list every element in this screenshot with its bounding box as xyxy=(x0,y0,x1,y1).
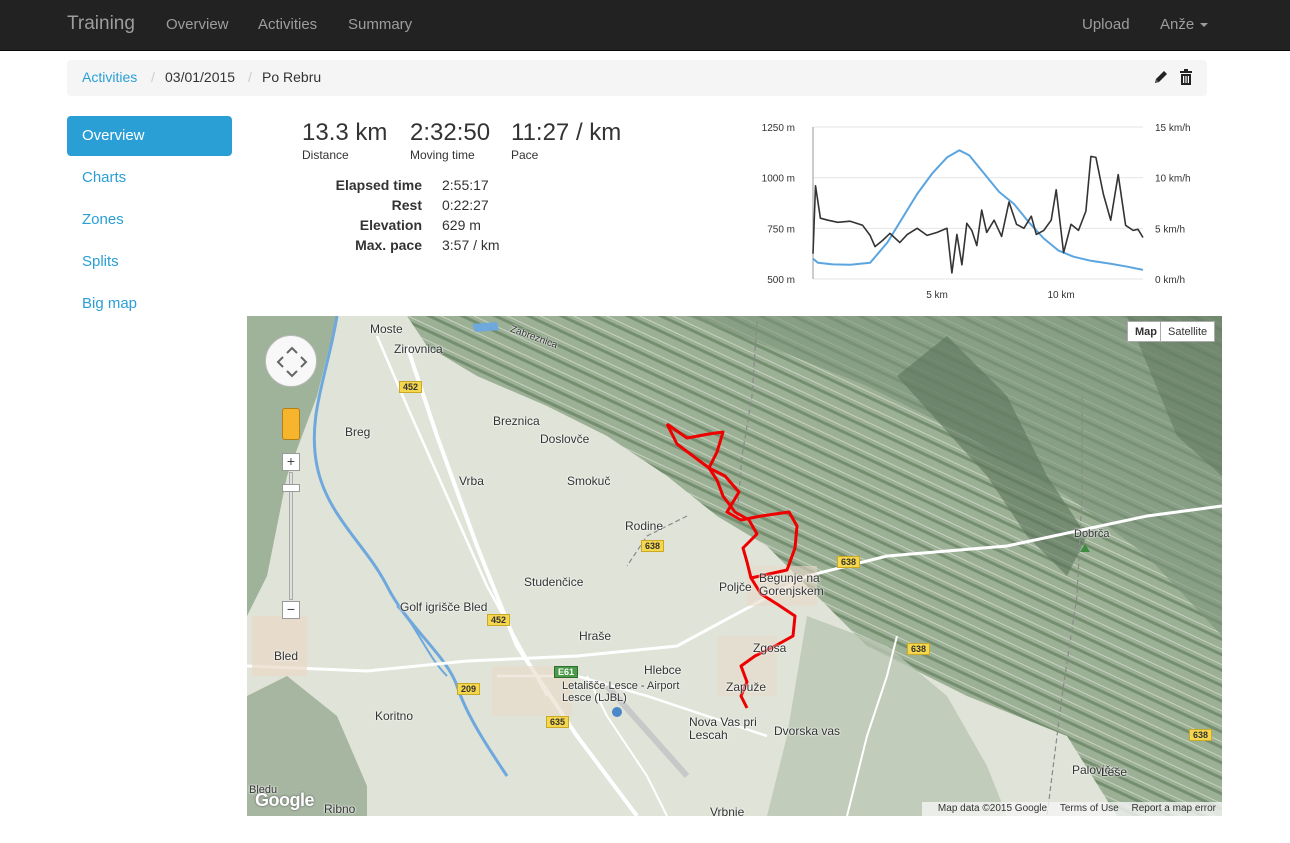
map-label: Letališče Lesce - Airport Lesce (LJBL) xyxy=(562,680,680,704)
x-tick-label: 5 km xyxy=(926,290,948,301)
breadcrumb-separator: / xyxy=(248,69,252,85)
y-left-tick-label: 1250 m xyxy=(762,123,795,134)
map-label: Ribno xyxy=(324,802,356,816)
map-data-text: Map data ©2015 Google xyxy=(937,803,1048,814)
map-label: Nova Vas pri Lescah xyxy=(689,715,757,742)
street-view-pegman-icon[interactable] xyxy=(282,408,300,440)
edit-icon[interactable] xyxy=(1152,68,1170,86)
map-label: Hlebce xyxy=(644,663,682,677)
nav-summary[interactable]: Summary xyxy=(348,16,412,33)
detail-key-rest: Rest xyxy=(391,197,422,213)
map-label: Leše xyxy=(1101,765,1128,779)
elevation-line xyxy=(812,149,1144,271)
road-badge: 452 xyxy=(399,381,423,393)
road-badge: 452 xyxy=(487,614,511,626)
detail-key-elevation: Elevation xyxy=(359,217,422,233)
trash-icon[interactable] xyxy=(1177,68,1195,86)
y-right-tick-label: 10 km/h xyxy=(1155,174,1191,185)
sidebar-item-charts[interactable]: Charts xyxy=(67,158,232,198)
y-right-tick-label: 15 km/h xyxy=(1155,123,1191,134)
map-label: Zgosa xyxy=(753,641,787,655)
detail-value-elapsed: 2:55:17 xyxy=(442,177,489,193)
y-right-tick-label: 5 km/h xyxy=(1155,224,1185,235)
map-label: Dvorska vas xyxy=(774,724,841,738)
brand-link[interactable]: Training xyxy=(67,13,135,35)
road-badge: 638 xyxy=(837,556,861,568)
map-label: Bled xyxy=(274,649,299,663)
map-label: Breznica xyxy=(493,414,540,428)
breadcrumb-date: 03/01/2015 xyxy=(165,69,236,85)
map-label: Studenčice xyxy=(524,575,584,589)
detail-value-elevation: 629 m xyxy=(442,217,481,233)
terms-of-use-link[interactable]: Terms of Use xyxy=(1060,803,1119,814)
speed-line xyxy=(812,155,1144,274)
route-map[interactable]: Moste Zirovnica Zabreznica Breznica Dosl… xyxy=(247,316,1222,816)
map-label: Vrbnje xyxy=(710,805,745,816)
map-label: Begunje na Gorenjskem xyxy=(759,571,824,598)
map-label: Zirovnica xyxy=(394,342,443,356)
map-label: Vrba xyxy=(459,474,484,488)
road-badge: E61 xyxy=(554,666,579,678)
map-label: Smokuč xyxy=(567,474,611,488)
map-label: Rodine xyxy=(625,519,664,533)
map-attribution: Map data ©2015 Google Terms of Use Repor… xyxy=(921,802,1222,816)
road-badge: 638 xyxy=(907,643,931,655)
breadcrumb-activities[interactable]: Activities xyxy=(82,69,137,85)
distance-label: Distance xyxy=(302,148,349,162)
zoom-in-button[interactable]: + xyxy=(282,453,300,471)
road-badge: 638 xyxy=(1189,729,1213,741)
breadcrumb-separator: / xyxy=(151,69,155,85)
map-label: Moste xyxy=(370,322,403,336)
sidebar-item-big-map[interactable]: Big map xyxy=(67,284,232,324)
user-name: Anže xyxy=(1160,16,1195,33)
y-left-tick-label: 750 m xyxy=(767,224,795,235)
zoom-slider-thumb[interactable] xyxy=(282,484,300,492)
nav-activities[interactable]: Activities xyxy=(258,16,317,33)
nav-upload[interactable]: Upload xyxy=(1082,16,1130,33)
zoom-out-button[interactable]: − xyxy=(282,601,300,619)
road-badge: 638 xyxy=(641,540,665,552)
google-logo[interactable]: Google xyxy=(255,790,315,811)
map-label: Doslovče xyxy=(540,432,590,446)
navbar: Training Overview Activities Summary Upl… xyxy=(0,0,1290,51)
map-label: Zapuže xyxy=(726,680,767,694)
moving-time-value: 2:32:50 xyxy=(410,119,491,146)
map-label: Golf igrišče Bled xyxy=(400,600,488,614)
moving-time-label: Moving time xyxy=(410,148,475,162)
sidebar-item-overview[interactable]: Overview xyxy=(67,116,232,156)
pan-arrows-icon xyxy=(276,346,308,378)
nav-overview[interactable]: Overview xyxy=(166,16,229,33)
map-label: Breg xyxy=(345,425,371,439)
map-label: Hraše xyxy=(579,629,612,643)
sidebar-item-zones[interactable]: Zones xyxy=(67,200,232,240)
map-label: Poljče xyxy=(719,580,752,594)
map-type-satellite-button[interactable]: Satellite xyxy=(1160,321,1216,342)
map-label: Koritno xyxy=(375,709,414,723)
pace-label: Pace xyxy=(511,148,539,162)
map-label: Dobrča xyxy=(1074,528,1110,540)
detail-key-elapsed: Elapsed time xyxy=(335,177,422,193)
user-menu[interactable]: Anže xyxy=(1160,16,1209,33)
detail-value-rest: 0:22:27 xyxy=(442,197,489,213)
y-left-tick-label: 500 m xyxy=(767,275,795,286)
x-tick-label: 10 km xyxy=(1048,290,1075,301)
road-badge: 209 xyxy=(457,683,481,695)
detail-value-max-pace: 3:57 / km xyxy=(442,237,500,253)
report-map-error-link[interactable]: Report a map error xyxy=(1132,803,1216,814)
pace-value: 11:27 / km xyxy=(511,119,622,146)
road-badge: 635 xyxy=(546,716,570,728)
sidebar-item-splits[interactable]: Splits xyxy=(67,242,232,282)
distance-value: 13.3 km xyxy=(302,119,388,146)
caret-down-icon xyxy=(1200,23,1209,28)
detail-key-max-pace: Max. pace xyxy=(355,237,422,253)
pan-control[interactable] xyxy=(265,335,317,387)
elevation-speed-chart: 1250 m 1000 m 750 m 500 m 15 km/h 10 km/h 5 km… xyxy=(762,123,1191,301)
y-right-tick-label: 0 km/h xyxy=(1155,275,1185,286)
breadcrumb: Activities / 03/01/2015 / Po Rebru xyxy=(67,60,1207,96)
y-left-tick-label: 1000 m xyxy=(762,174,795,185)
breadcrumb-activity-name: Po Rebru xyxy=(262,69,322,85)
